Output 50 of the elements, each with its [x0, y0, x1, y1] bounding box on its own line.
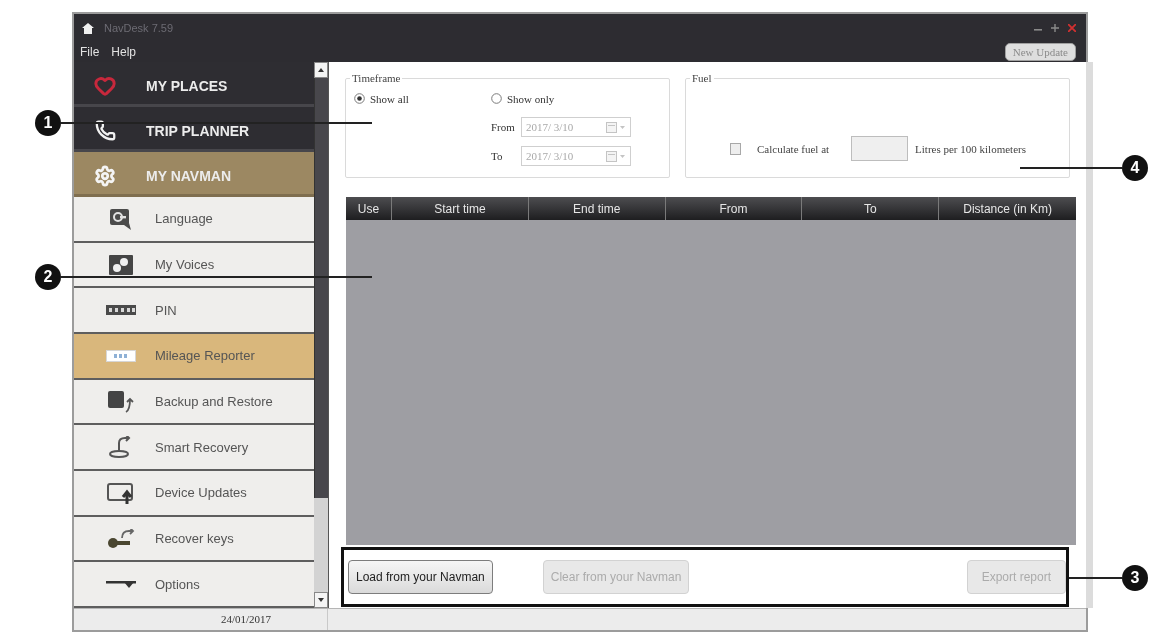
radio-icon[interactable] [354, 93, 365, 104]
sidebar-item[interactable]: Smart Recovery [74, 425, 314, 472]
sidebar-section[interactable]: MY PLACES [74, 62, 314, 107]
status-date: 24/01/2017 [74, 609, 328, 630]
radio-icon[interactable] [491, 93, 502, 104]
menu-item[interactable]: Help [111, 45, 137, 59]
leader-line [1069, 577, 1122, 579]
scroll-down-icon[interactable] [314, 592, 328, 608]
unit-label: Litres per 100 kilometers [915, 142, 1026, 155]
radio-option[interactable]: Show only [491, 89, 669, 108]
action-button[interactable]: Load from your Navman [348, 560, 493, 594]
menu-item[interactable]: File [80, 45, 100, 59]
field-label: From [491, 121, 516, 133]
maximize-icon[interactable] [1051, 24, 1059, 32]
callout-number: 3 [1122, 565, 1148, 591]
checkbox-icon[interactable] [730, 142, 741, 155]
scrollbar[interactable] [314, 62, 328, 608]
dotted-bar-icon [106, 305, 136, 316]
callout-number: 1 [35, 110, 61, 136]
heart-icon [94, 74, 116, 97]
sidebar-item[interactable]: Recover keys [74, 516, 314, 563]
sidebar-item[interactable]: Backup and Restore [74, 379, 314, 426]
group-title: Timeframe [351, 72, 402, 84]
sidebar-item[interactable]: Language [74, 197, 314, 243]
digit-display-icon [106, 349, 136, 362]
box-arrow-icon [107, 389, 135, 414]
key-icon [106, 528, 136, 549]
sidebar-item[interactable]: PIN [74, 288, 314, 334]
sidebar-section[interactable]: TRIP PLANNER [74, 107, 314, 152]
callout-number: 2 [35, 264, 61, 290]
speech-bubble-icon [109, 207, 133, 230]
sidebar-item[interactable]: Mileage Reporter [74, 334, 314, 380]
sidebar-item[interactable]: My Voices [74, 242, 314, 289]
gear-icon [94, 164, 116, 187]
column-header[interactable]: Distance (in Km) [939, 197, 1076, 220]
checkbox-option[interactable]: Calculate fuel at [730, 142, 830, 155]
callout-number: 4 [1122, 155, 1148, 181]
house-icon [82, 22, 94, 34]
sidebar-item[interactable]: Device Updates [74, 471, 314, 517]
close-icon[interactable] [1068, 24, 1076, 32]
line-arrow-icon [106, 579, 136, 590]
scroll-up-icon[interactable] [314, 62, 328, 78]
two-circles-icon [109, 254, 133, 275]
phone-icon [94, 120, 116, 141]
field-label: To [491, 150, 504, 162]
group-title: Fuel [691, 72, 713, 84]
window-title: NavDesk 7.59 [104, 22, 174, 34]
scroll-thumb[interactable] [314, 78, 328, 499]
sidebar-item[interactable]: Options [74, 562, 314, 609]
radio-option[interactable]: Show all [354, 89, 491, 108]
